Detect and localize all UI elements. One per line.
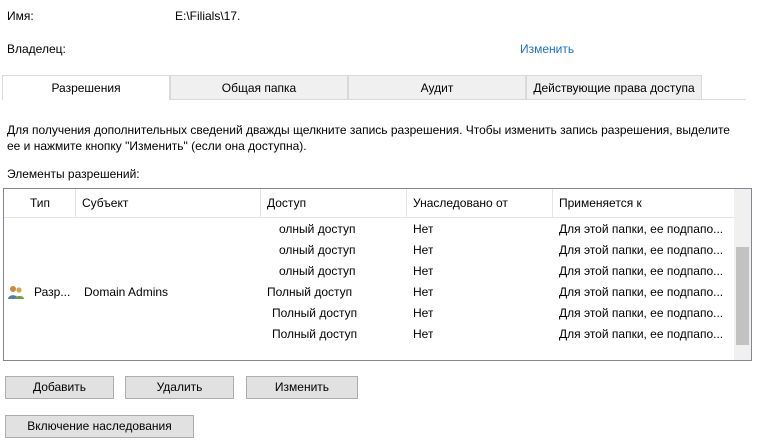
- remove-button[interactable]: Удалить: [125, 376, 234, 399]
- table-row[interactable]: Разр... Domain Admins Полный доступ Нет …: [4, 282, 734, 303]
- tab-permissions[interactable]: Разрешения: [2, 75, 170, 100]
- cell-access: Полный доступ: [272, 327, 358, 341]
- cell-inherited: Нет: [413, 264, 434, 278]
- edit-button[interactable]: Изменить: [246, 376, 358, 399]
- cell-access: олный доступ: [279, 222, 356, 236]
- cell-type: Разр...: [34, 285, 71, 299]
- cell-applies: Для этой папки, ее подпапо...: [559, 285, 724, 299]
- table-scrollbar[interactable]: [734, 189, 751, 360]
- table-row[interactable]: олный доступ Нет Для этой папки, ее подп…: [4, 219, 734, 240]
- tab-audit[interactable]: Аудит: [348, 75, 526, 99]
- info-text-line2: ее и нажмите кнопку "Изменить" (если она…: [7, 139, 307, 153]
- cell-inherited: Нет: [413, 243, 434, 257]
- cell-subject: Domain Admins: [84, 285, 169, 299]
- cell-inherited: Нет: [413, 222, 434, 236]
- permissions-label: Элементы разрешений:: [7, 167, 140, 181]
- column-header-inherited[interactable]: Унаследовано от: [407, 189, 553, 217]
- cell-access: олный доступ: [279, 264, 356, 278]
- cell-applies: Для этой папки, ее подпапо...: [559, 264, 724, 278]
- column-header-access[interactable]: Доступ: [261, 189, 407, 217]
- cell-applies: Для этой папки, ее подпапо...: [559, 306, 724, 320]
- table-row[interactable]: олный доступ Нет Для этой папки, ее подп…: [4, 240, 734, 261]
- enable-inheritance-button[interactable]: Включение наследования: [5, 415, 194, 438]
- scrollbar-thumb[interactable]: [736, 247, 749, 345]
- tab-bar: Разрешения Общая папка Аудит Действующие…: [2, 75, 746, 100]
- cell-applies: Для этой папки, ее подпапо...: [559, 327, 724, 341]
- tab-share[interactable]: Общая папка: [170, 75, 348, 99]
- table-header: Тип Субъект Доступ Унаследовано от Приме…: [4, 189, 734, 218]
- column-header-subject[interactable]: Субъект: [76, 189, 261, 217]
- cell-access: Полный доступ: [272, 306, 358, 320]
- cell-access: Полный доступ: [267, 285, 353, 299]
- cell-applies: Для этой папки, ее подпапо...: [559, 222, 724, 236]
- table-row[interactable]: Полный доступ Нет Для этой папки, ее под…: [4, 303, 734, 324]
- tab-effective-access[interactable]: Действующие права доступа: [526, 75, 702, 99]
- users-icon: [8, 286, 24, 299]
- permissions-table[interactable]: Тип Субъект Доступ Унаследовано от Приме…: [3, 188, 752, 361]
- tab-divider: [170, 99, 746, 100]
- name-label: Имя:: [7, 9, 34, 23]
- table-row[interactable]: олный доступ Нет Для этой папки, ее подп…: [4, 261, 734, 282]
- column-header-applies[interactable]: Применяется к: [553, 189, 734, 217]
- cell-applies: Для этой папки, ее подпапо...: [559, 243, 724, 257]
- cell-inherited: Нет: [413, 285, 434, 299]
- owner-change-link[interactable]: Изменить: [520, 42, 574, 56]
- table-row[interactable]: Полный доступ Нет Для этой папки, ее под…: [4, 324, 734, 345]
- owner-label: Владелец:: [7, 42, 66, 56]
- cell-access: олный доступ: [279, 243, 356, 257]
- add-button[interactable]: Добавить: [5, 376, 114, 399]
- column-header-type[interactable]: Тип: [24, 189, 76, 217]
- cell-inherited: Нет: [413, 306, 434, 320]
- cell-inherited: Нет: [413, 327, 434, 341]
- name-value: E:\Filials\17.: [175, 9, 241, 23]
- info-text-line1: Для получения дополнительных сведений дв…: [7, 123, 730, 137]
